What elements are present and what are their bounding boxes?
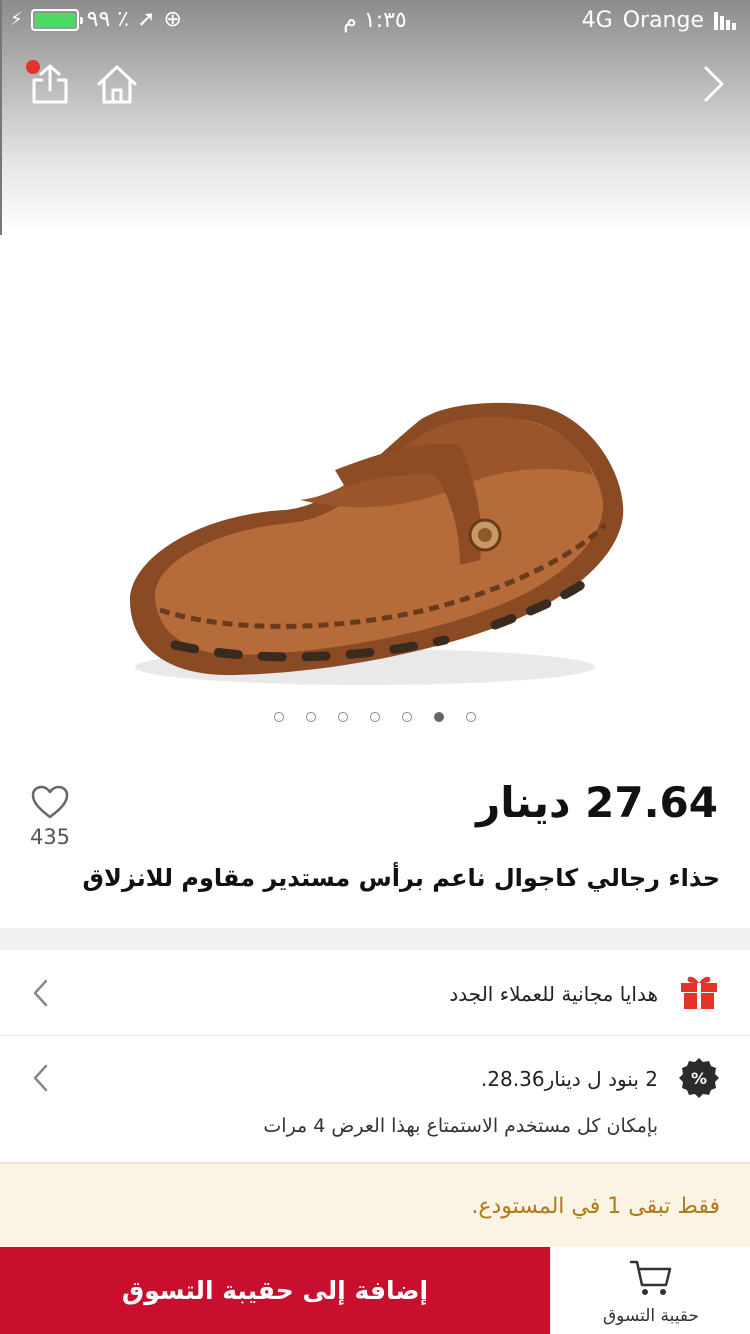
carousel-dot[interactable] (338, 712, 348, 722)
stock-notice-text: فقط تبقى 1 في المستودع. (471, 1194, 720, 1219)
percent-badge-icon: % (679, 1058, 719, 1098)
bottom-action-bar: إضافة إلى حقيبة التسوق حقيبة التسوق (0, 1247, 750, 1334)
product-price: 27.64 دينار (476, 778, 718, 827)
product-title: حذاء رجالي كاجوال ناعم برأس مستدير مقاوم… (82, 864, 721, 892)
cart-tab[interactable]: حقيبة التسوق (550, 1247, 750, 1334)
carrier-name: Orange (622, 8, 704, 33)
section-divider (0, 928, 750, 950)
carousel-dot[interactable] (434, 712, 444, 722)
cart-icon (629, 1260, 672, 1295)
product-image-area[interactable] (0, 0, 750, 750)
add-to-bag-button[interactable]: إضافة إلى حقيبة التسوق (0, 1247, 550, 1334)
gift-offer-row[interactable]: هدايا مجانية للعملاء الجدد (0, 950, 750, 1036)
home-icon[interactable] (95, 62, 139, 106)
bundle-discount-row[interactable]: % 2 بنود ل دينار28.36. بإمكان كل مستخدم … (0, 1037, 750, 1163)
bundle-offer-text: 2 بنود ل دينار28.36. (480, 1067, 658, 1091)
carousel-dot[interactable] (306, 712, 316, 722)
chevron-right-icon[interactable] (698, 62, 728, 106)
heart-icon[interactable] (30, 784, 70, 820)
chevron-left-icon[interactable] (30, 978, 52, 1008)
chevron-left-icon[interactable] (30, 1063, 52, 1093)
product-image[interactable] (115, 395, 635, 700)
status-bar: ⚡ ٪ ٩٩ ➚ ⊕ ١:٣٥ م 4G Orange (0, 0, 750, 40)
bundle-offer-subtext: بإمكان كل مستخدم الاستمتاع بهذا العرض 4 … (263, 1115, 658, 1137)
gift-offer-text: هدايا مجانية للعملاء الجدد (449, 982, 658, 1006)
gift-icon (681, 976, 717, 1009)
cart-label: حقيبة التسوق (602, 1306, 700, 1326)
svg-text:%: % (691, 1069, 707, 1088)
status-right: 4G Orange (582, 8, 736, 33)
carousel-dot[interactable] (466, 712, 476, 722)
network-type: 4G (581, 8, 613, 33)
signal-icon (714, 11, 736, 30)
carousel-dot[interactable] (402, 712, 412, 722)
share-icon[interactable] (28, 62, 72, 106)
carousel-dot[interactable] (274, 712, 284, 722)
carousel-dot[interactable] (370, 712, 380, 722)
image-carousel-dots (0, 712, 750, 722)
stock-notice: فقط تبقى 1 في المستودع. (0, 1163, 750, 1247)
wishlist-count: 435 (29, 825, 71, 849)
